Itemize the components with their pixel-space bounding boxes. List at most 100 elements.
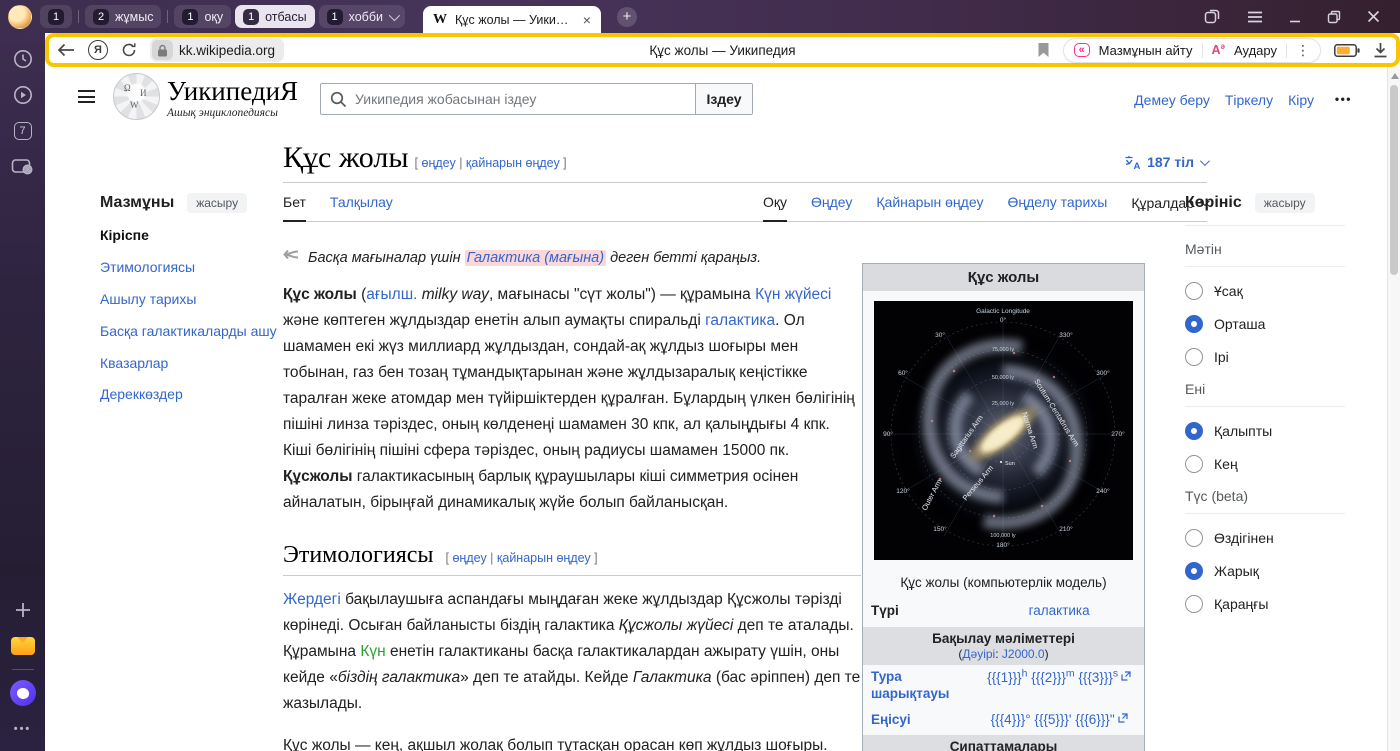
more-options-icon[interactable]: ••• — [9, 715, 37, 743]
yandex-search-icon[interactable]: Я — [88, 40, 108, 60]
inline-link[interactable]: {{{1}}} — [987, 670, 1022, 685]
reload-icon[interactable] — [121, 42, 137, 58]
tab-history[interactable]: Өңделу тарихы — [1007, 185, 1107, 221]
inline-link[interactable]: Күн — [360, 643, 385, 660]
toolbar-right: « Мазмұнын айту Аә Аудару ⋮ — [1037, 38, 1388, 63]
table-of-contents: Мазмұны жасыру Кіріспе Этимологиясы Ашыл… — [100, 193, 295, 417]
header-more-icon[interactable]: ••• — [1335, 92, 1352, 106]
radio-option[interactable]: Қалыпты — [1185, 422, 1345, 440]
secure-lock-icon[interactable] — [152, 40, 173, 60]
radio-option[interactable]: Қараңғы — [1185, 595, 1345, 613]
history-icon[interactable] — [9, 45, 37, 73]
back-icon[interactable] — [57, 43, 75, 57]
close-tab-icon[interactable]: × — [583, 13, 591, 27]
inline-link[interactable]: h — [1022, 668, 1028, 680]
kebab-menu-icon[interactable]: ⋮ — [1296, 42, 1310, 59]
radio-label: Ірі — [1214, 349, 1229, 365]
bookmark-icon[interactable] — [1037, 42, 1050, 58]
inline-link[interactable]: Тура шарықтауы — [871, 668, 982, 703]
tab-tools[interactable]: Құралдар — [1131, 185, 1207, 221]
alice-assistant-icon[interactable] — [9, 679, 37, 707]
inline-link[interactable]: {{{3}}} — [1078, 670, 1113, 685]
scroll-up-arrow[interactable] — [1391, 73, 1399, 79]
add-widget-icon[interactable] — [9, 596, 37, 624]
tab-edit-source[interactable]: Қайнарын өңдеу — [876, 185, 983, 221]
toc-item-discovery[interactable]: Ашылу тарихы — [100, 290, 295, 309]
login-link[interactable]: Кіру — [1288, 92, 1314, 108]
inline-link[interactable]: J2000.0 — [1002, 647, 1045, 661]
inline-link[interactable]: қайнарын өңдеу — [497, 551, 591, 565]
tab-group-hobby[interactable]: 1хобби — [319, 5, 405, 28]
text-segment: ] — [591, 551, 598, 565]
galaxy-image[interactable]: Galactic Longitude 0° 30° 60° 90° 120° 1… — [874, 301, 1133, 560]
tab-page[interactable]: Бет — [283, 185, 306, 222]
language-count: 187 тіл — [1147, 154, 1194, 170]
radio-option[interactable]: Кең — [1185, 455, 1345, 473]
inline-link[interactable]: өңдеу — [452, 551, 486, 565]
active-browser-tab[interactable]: W Құс жолы — Уикипеди × — [423, 6, 601, 33]
tab-group-study[interactable]: 1оқу — [174, 5, 231, 28]
yandex-letter: Я — [94, 44, 102, 56]
inline-link[interactable]: Күн жүйесі — [755, 286, 831, 303]
inline-link[interactable]: қайнарын өңдеу — [466, 156, 560, 170]
language-button[interactable]: A 187 тіл — [1124, 154, 1207, 174]
screen-capture-icon[interactable] — [9, 153, 37, 181]
radio-option[interactable]: Ірі — [1185, 348, 1345, 366]
toc-item-other-galaxies[interactable]: Басқа галактикаларды ашу — [100, 322, 295, 341]
radio-option[interactable]: Ұсақ — [1185, 282, 1345, 300]
url-text[interactable]: kk.wikipedia.org — [179, 43, 275, 58]
toc-item-etymology[interactable]: Этимологиясы — [100, 258, 295, 277]
scrollbar-thumb[interactable] — [1390, 85, 1398, 275]
battery-icon[interactable] — [1334, 43, 1360, 58]
translate-icon: Аә — [1212, 42, 1225, 57]
radio-option[interactable]: Орташа — [1185, 315, 1345, 333]
wikipedia-wordmark[interactable]: УикипедиЯ Ашық энциклопедиясы — [167, 77, 298, 119]
video-icon[interactable] — [9, 81, 37, 109]
profile-avatar[interactable] — [8, 5, 32, 29]
radio-option[interactable]: Жарық — [1185, 562, 1345, 580]
search-button[interactable]: Іздеу — [695, 84, 752, 114]
radio-option[interactable]: Өздігінен — [1185, 529, 1345, 547]
toc-item-intro[interactable]: Кіріспе — [100, 226, 295, 245]
inline-link[interactable]: {{{4}}}° {{{5}}}' {{{6}}}" — [991, 712, 1115, 727]
tab-read[interactable]: Оқу — [763, 185, 787, 222]
inline-link[interactable]: Дәуірі — [962, 647, 995, 661]
tab-counter-icon[interactable]: 7 — [9, 117, 37, 145]
inline-link[interactable]: Еңісуі — [871, 711, 982, 729]
inline-link[interactable]: галактика — [705, 312, 775, 329]
inline-link[interactable]: өңдеу — [422, 156, 456, 170]
close-window-icon[interactable] — [1367, 10, 1380, 23]
tab-group-family-active[interactable]: 1отбасы — [235, 5, 314, 28]
appearance-hide-button[interactable]: жасыру — [1255, 193, 1315, 213]
menu-icon[interactable] — [1247, 11, 1263, 23]
maximize-icon[interactable] — [1327, 10, 1341, 24]
inline-link[interactable]: ағылш. — [366, 286, 417, 303]
read-aloud-button[interactable]: Мазмұнын айту — [1099, 43, 1193, 58]
tab-edit[interactable]: Өңдеу — [811, 185, 852, 221]
tab-group-work[interactable]: 2жұмыс — [85, 5, 161, 28]
new-tab-button[interactable]: + — [617, 7, 637, 27]
search-input[interactable] — [321, 84, 695, 114]
wikipedia-logo[interactable]: ΩИW — [113, 73, 160, 120]
inline-link[interactable]: галактика — [1029, 603, 1090, 618]
toc-item-quasars[interactable]: Квазарлар — [100, 354, 295, 373]
inline-link[interactable]: Галактика (мағына) — [465, 250, 607, 266]
donate-link[interactable]: Демеу беру — [1134, 92, 1210, 108]
side-panel-icon[interactable] — [1203, 8, 1221, 26]
toc-hide-button[interactable]: жасыру — [187, 193, 247, 213]
minimize-icon[interactable] — [1289, 11, 1301, 23]
yandex-mail-icon[interactable] — [9, 632, 37, 660]
downloads-icon[interactable] — [1373, 42, 1388, 58]
address-bar[interactable]: kk.wikipedia.org — [150, 38, 284, 62]
inline-link[interactable]: m — [1066, 668, 1075, 680]
tab-talk[interactable]: Талқылау — [330, 185, 393, 221]
register-link[interactable]: Тіркелу — [1225, 92, 1273, 108]
inline-link[interactable]: Жердегі — [283, 591, 341, 608]
tab-group[interactable]: 1 — [40, 5, 72, 28]
translate-button[interactable]: Аудару — [1234, 43, 1277, 58]
inline-link[interactable]: s — [1113, 668, 1118, 680]
page-scrollbar[interactable] — [1387, 67, 1400, 751]
hamburger-menu-icon[interactable] — [78, 90, 95, 103]
inline-link[interactable]: {{{2}}} — [1031, 670, 1066, 685]
toc-item-sources[interactable]: Дереккөздер — [100, 385, 295, 404]
